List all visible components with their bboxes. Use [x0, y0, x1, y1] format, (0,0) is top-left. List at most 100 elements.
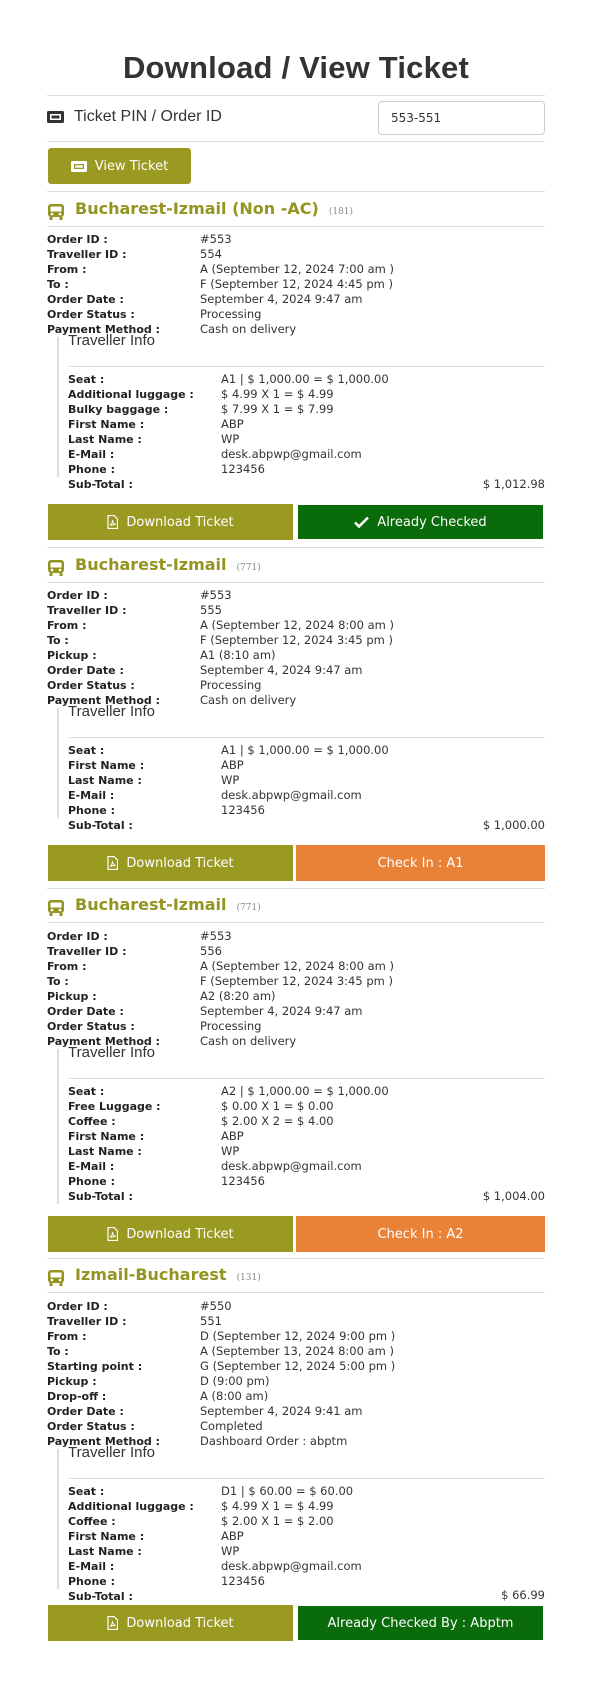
- traveller-value: A1 | $ 1,000.00 = $ 1,000.00: [221, 372, 389, 386]
- detail-value: A (September 13, 2024 8:00 am ): [200, 1344, 394, 1358]
- traveller-key: E-Mail :: [68, 789, 115, 802]
- detail-value: September 4, 2024 9:47 am: [200, 1004, 363, 1018]
- detail-value: 555: [200, 603, 222, 617]
- traveller-key: Sub-Total :: [68, 1190, 133, 1203]
- traveller-key: Phone :: [68, 1575, 115, 1588]
- traveller-rows: Seat : A2 | $ 1,000.00 = $ 1,000.00 Free …: [68, 1084, 389, 1204]
- detail-row: From : D (September 12, 2024 9:00 pm ): [47, 1329, 395, 1344]
- traveller-key: Additional luggage :: [68, 1500, 194, 1513]
- divider: [47, 547, 545, 548]
- already-checked-by-button[interactable]: Already Checked By : Abptm: [297, 1605, 544, 1641]
- detail-key: Pickup :: [47, 990, 97, 1003]
- traveller-value: ABP: [221, 1129, 244, 1143]
- traveller-value: 123456: [221, 803, 265, 817]
- detail-key: Starting point :: [47, 1360, 143, 1373]
- traveller-value: 123456: [221, 1174, 265, 1188]
- traveller-row: Last Name : WP: [68, 773, 389, 788]
- route-title: Bucharest-Izmail: [75, 895, 227, 914]
- traveller-info-title: Traveller Info: [68, 332, 155, 349]
- detail-row: Order Date : September 4, 2024 9:47 am: [47, 292, 394, 307]
- traveller-info-title: Traveller Info: [68, 1444, 155, 1461]
- detail-key: Traveller ID :: [47, 604, 127, 617]
- detail-value: F (September 12, 2024 3:45 pm ): [200, 974, 393, 988]
- route-title: Bucharest-Izmail: [75, 555, 227, 574]
- detail-key: Traveller ID :: [47, 248, 127, 261]
- traveller-key: Coffee :: [68, 1115, 116, 1128]
- traveller-row: Phone : 123456: [68, 1174, 389, 1189]
- divider: [47, 141, 545, 142]
- traveller-row: Coffee : $ 2.00 X 1 = $ 2.00: [68, 1514, 362, 1529]
- check-in-button[interactable]: Check In : A1: [296, 845, 545, 881]
- already-checked-button[interactable]: Already Checked: [297, 504, 544, 540]
- bus-icon: [47, 900, 65, 916]
- traveller-row: Phone : 123456: [68, 803, 389, 818]
- traveller-value: ABP: [221, 1529, 244, 1543]
- detail-value: A2 (8:20 am): [200, 989, 276, 1003]
- ticket-icon: [47, 111, 64, 123]
- detail-row: Order Date : September 4, 2024 9:47 am: [47, 1004, 394, 1019]
- detail-key: Order ID :: [47, 233, 108, 246]
- traveller-key: Sub-Total :: [68, 478, 133, 491]
- traveller-value: WP: [221, 1144, 240, 1158]
- traveller-value: D1 | $ 60.00 = $ 60.00: [221, 1484, 354, 1498]
- download-ticket-button[interactable]: Download Ticket: [48, 1216, 293, 1252]
- detail-value: F (September 12, 2024 4:45 pm ): [200, 277, 393, 291]
- download-ticket-button[interactable]: Download Ticket: [48, 1605, 293, 1641]
- traveller-row: Bulky baggage : $ 7.99 X 1 = $ 7.99: [68, 402, 389, 417]
- detail-row: Pickup : D (9:00 pm): [47, 1374, 395, 1389]
- traveller-row: E-Mail : desk.abpwp@gmail.com: [68, 1159, 389, 1174]
- traveller-row: Last Name : WP: [68, 1544, 362, 1559]
- traveller-key: Phone :: [68, 1175, 115, 1188]
- traveller-value: WP: [221, 1544, 240, 1558]
- traveller-info: Traveller Info Seat : A2 | $ 1,000.00 = $…: [57, 1044, 545, 1204]
- download-ticket-button[interactable]: Download Ticket: [48, 504, 293, 540]
- traveller-value: A1 | $ 1,000.00 = $ 1,000.00: [221, 743, 389, 757]
- detail-row: Traveller ID : 551: [47, 1314, 395, 1329]
- detail-key: Order Status :: [47, 679, 135, 692]
- action-label: Already Checked: [377, 514, 487, 530]
- traveller-row: Sub-Total :: [68, 1189, 389, 1204]
- detail-row: Order Status : Processing: [47, 678, 394, 693]
- download-ticket-button[interactable]: Download Ticket: [48, 845, 293, 881]
- divider: [47, 1292, 545, 1293]
- divider: [47, 1258, 545, 1259]
- detail-key: Pickup :: [47, 649, 97, 662]
- ticket-pin-input[interactable]: [378, 101, 545, 135]
- divider: [69, 366, 545, 367]
- pin-row: Ticket PIN / Order ID: [47, 100, 545, 136]
- traveller-row: Coffee : $ 2.00 X 2 = $ 4.00: [68, 1114, 389, 1129]
- detail-key: From :: [47, 960, 87, 973]
- traveller-info: Traveller Info Seat : D1 | $ 60.00 = $ 60…: [57, 1444, 545, 1603]
- traveller-key: E-Mail :: [68, 1560, 115, 1573]
- traveller-value: desk.abpwp@gmail.com: [221, 1159, 362, 1173]
- detail-value: A (8:00 am): [200, 1389, 269, 1403]
- detail-value: September 4, 2024 9:41 am: [200, 1404, 363, 1418]
- view-ticket-button[interactable]: View Ticket: [48, 148, 191, 184]
- bus-icon: [47, 560, 65, 576]
- detail-key: Order Status :: [47, 1020, 135, 1033]
- traveller-key: Bulky baggage :: [68, 403, 169, 416]
- traveller-rows: Seat : A1 | $ 1,000.00 = $ 1,000.00 First…: [68, 743, 389, 833]
- traveller-rows: Seat : D1 | $ 60.00 = $ 60.00 Additional …: [68, 1484, 362, 1604]
- divider: [69, 737, 545, 738]
- download-label: Download Ticket: [126, 855, 234, 871]
- route-count: (771): [236, 563, 261, 573]
- download-label: Download Ticket: [126, 514, 234, 530]
- download-label: Download Ticket: [126, 1615, 234, 1631]
- detail-value: G (September 12, 2024 5:00 pm ): [200, 1359, 396, 1373]
- detail-value: Processing: [200, 307, 262, 321]
- traveller-key: E-Mail :: [68, 1160, 115, 1173]
- ticket-header: Bucharest-Izmail (771): [47, 895, 261, 921]
- traveller-key: E-Mail :: [68, 448, 115, 461]
- detail-key: From :: [47, 1330, 87, 1343]
- detail-value: F (September 12, 2024 3:45 pm ): [200, 633, 393, 647]
- detail-key: To :: [47, 1345, 69, 1358]
- check-in-button[interactable]: Check In : A2: [296, 1216, 545, 1252]
- ticket-header: Izmail-Bucharest (131): [47, 1265, 261, 1291]
- check-icon: [354, 516, 370, 528]
- detail-row: Starting point : G (September 12, 2024 5:…: [47, 1359, 395, 1374]
- bus-icon: [47, 1270, 65, 1286]
- detail-row: Pickup : A2 (8:20 am): [47, 989, 394, 1004]
- detail-value: 551: [200, 1314, 222, 1328]
- traveller-key: Phone :: [68, 463, 115, 476]
